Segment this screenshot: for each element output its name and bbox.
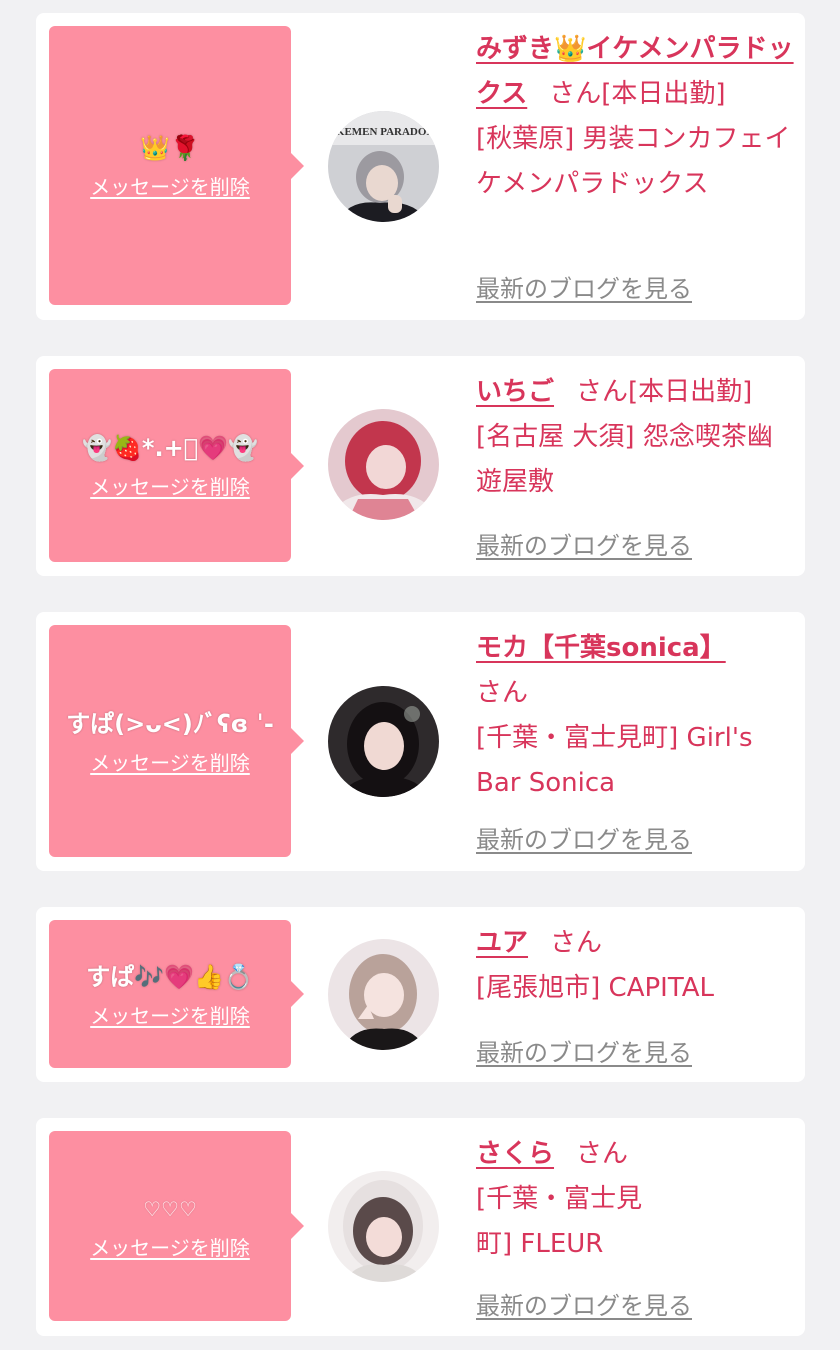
delete-message-link[interactable]: メッセージを削除 xyxy=(90,1000,250,1029)
avatar[interactable] xyxy=(328,1171,439,1282)
user-name-link[interactable]: モカ【千葉sonica】 xyxy=(476,633,726,663)
message-card: 👑🌹 メッセージを削除 IKEMEN PARADOX みずき👑イケメンパラドック… xyxy=(36,13,805,320)
status-text: [本日出勤] xyxy=(601,79,726,109)
message-card: 👻🍓*.+ﾟ💗👻 メッセージを削除 いちご さん[本日出勤] [名古屋 大須] 怨… xyxy=(36,356,805,576)
avatar[interactable] xyxy=(328,939,439,1050)
shop-text: [千葉・富士見町] FLEUR xyxy=(476,1184,643,1259)
latest-blog-link[interactable]: 最新のブログを見る xyxy=(476,1033,692,1068)
info-block: みずき👑イケメンパラドックス さん[本日出勤] [秋葉原] 男装コンカフェイケメン… xyxy=(476,27,794,207)
latest-blog-link[interactable]: 最新のブログを見る xyxy=(476,269,692,304)
avatar-logo-text: IKEMEN PARADOX xyxy=(332,126,435,138)
honorific: さん xyxy=(549,79,602,109)
avatar[interactable] xyxy=(328,686,439,797)
latest-blog-link[interactable]: 最新のブログを見る xyxy=(476,1286,692,1321)
message-card: すぱ(>ᴗ<)ﾉﾞʕɞ ˈ- メッセージを削除 モカ【千葉sonica】 さん … xyxy=(36,612,805,871)
latest-blog-link[interactable]: 最新のブログを見る xyxy=(476,526,692,561)
honorific: さん xyxy=(550,928,603,958)
message-text: すぱ🎶💗👍💍 xyxy=(86,962,254,991)
info-block: いちご さん[本日出勤] [名古屋 大須] 怨念喫茶幽遊屋敷 xyxy=(476,370,794,505)
message-bubble: すぱ🎶💗👍💍 メッセージを削除 xyxy=(49,920,304,1068)
info-block: モカ【千葉sonica】 さん [千葉・富士見町] Girl's Bar Son… xyxy=(476,626,794,806)
shop-text: [尾張旭市] CAPITAL xyxy=(476,973,714,1003)
message-text: すぱ(>ᴗ<)ﾉﾞʕɞ ˈ- xyxy=(66,709,274,738)
avatar[interactable]: IKEMEN PARADOX xyxy=(328,111,439,222)
message-bubble: すぱ(>ᴗ<)ﾉﾞʕɞ ˈ- メッセージを削除 xyxy=(49,625,304,857)
delete-message-link[interactable]: メッセージを削除 xyxy=(90,471,250,500)
message-text: 👑🌹 xyxy=(140,134,200,162)
delete-message-link[interactable]: メッセージを削除 xyxy=(90,1232,250,1261)
avatar[interactable] xyxy=(328,409,439,520)
shop-text: [秋葉原] 男装コンカフェイケメンパラドックス xyxy=(476,124,791,199)
user-name-link[interactable]: ユア xyxy=(476,928,528,958)
message-card: すぱ🎶💗👍💍 メッセージを削除 ユア さん [尾張旭市] CAPITAL 最新のブ… xyxy=(36,907,805,1082)
message-card: ♡♡♡ メッセージを削除 さくら さん [千葉・富士見町] FLEUR 最新のブロ… xyxy=(36,1118,805,1336)
honorific: さん xyxy=(576,377,629,407)
message-text: 👻🍓*.+ﾟ💗👻 xyxy=(82,434,258,462)
message-text: ♡♡♡ xyxy=(143,1196,197,1221)
user-name-link[interactable]: いちご xyxy=(476,377,554,407)
shop-text: [千葉・富士見町] Girl's Bar Sonica xyxy=(476,723,753,798)
latest-blog-link[interactable]: 最新のブログを見る xyxy=(476,820,692,855)
message-bubble: 👑🌹 メッセージを削除 xyxy=(49,26,304,305)
info-block: さくら さん [千葉・富士見町] FLEUR xyxy=(476,1132,794,1267)
honorific: さん xyxy=(476,678,529,708)
shop-text: [名古屋 大須] 怨念喫茶幽遊屋敷 xyxy=(476,422,773,497)
user-name-link[interactable]: さくら xyxy=(476,1139,554,1169)
message-bubble: ♡♡♡ メッセージを削除 xyxy=(49,1131,304,1321)
honorific: さん xyxy=(576,1139,629,1169)
status-text: [本日出勤] xyxy=(628,377,753,407)
message-bubble: 👻🍓*.+ﾟ💗👻 メッセージを削除 xyxy=(49,369,304,562)
delete-message-link[interactable]: メッセージを削除 xyxy=(90,171,250,200)
delete-message-link[interactable]: メッセージを削除 xyxy=(90,747,250,776)
info-block: ユア さん [尾張旭市] CAPITAL xyxy=(476,921,794,1011)
